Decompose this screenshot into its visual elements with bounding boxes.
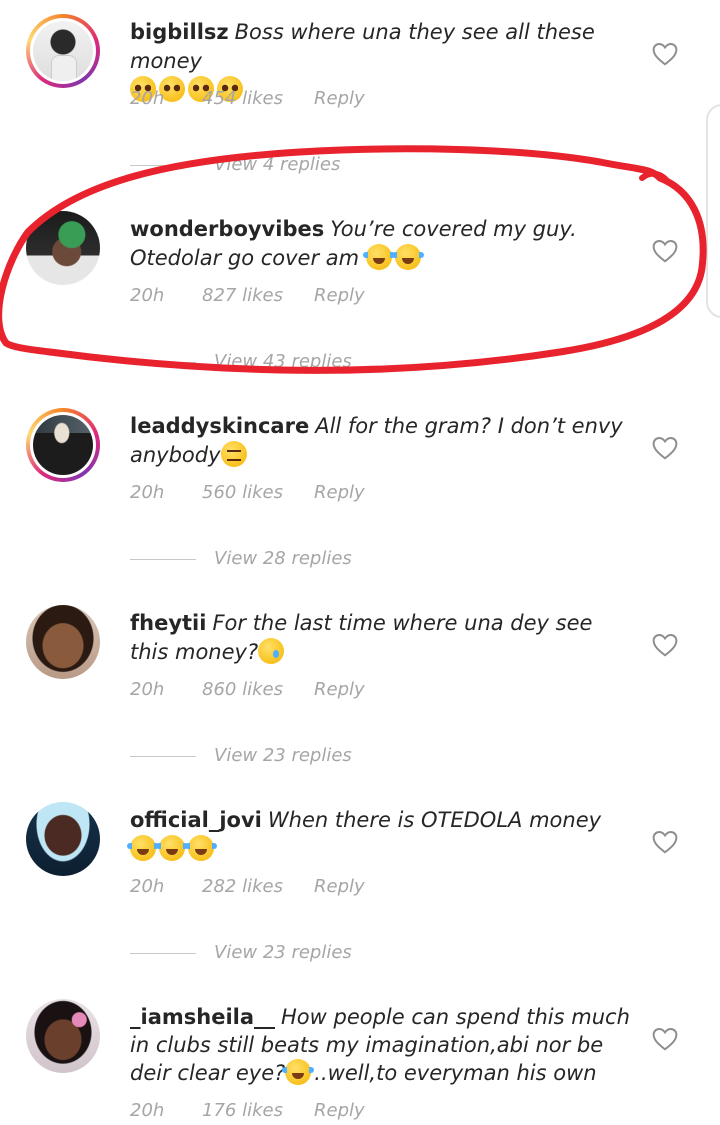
comment-text: _iamsheila__ How people can spend this mu… <box>130 1003 630 1087</box>
tears-of-joy-emoji <box>391 244 424 270</box>
comment-meta: 20h 827 likes Reply <box>130 285 365 306</box>
comment-likes[interactable]: 176 likes <box>202 1100 314 1121</box>
avatar[interactable] <box>26 211 100 285</box>
tears-of-joy-emoji <box>127 835 159 861</box>
view-replies-line <box>130 756 196 757</box>
comment-meta: 20h 282 likes Reply <box>130 876 365 897</box>
reply-button[interactable]: Reply <box>314 482 365 503</box>
comment-time: 20h <box>130 876 165 897</box>
comment-body: When there is OTEDOLA money <box>267 808 602 832</box>
tears-of-joy-emoji <box>185 835 217 861</box>
comment-likes[interactable]: 860 likes <box>202 679 314 700</box>
comment-likes[interactable]: 454 likes <box>202 88 314 109</box>
view-replies-line <box>130 362 196 363</box>
heart-outline-icon[interactable] <box>652 633 678 657</box>
comment-text: official_jovi When there is OTEDOLA money <box>127 806 630 864</box>
comment-time: 20h <box>130 482 165 503</box>
reply-button[interactable]: Reply <box>314 1100 365 1121</box>
comment-username[interactable]: fheytii <box>130 611 206 635</box>
tears-of-joy-emoji <box>282 1059 315 1085</box>
comment-time: 20h <box>130 88 165 109</box>
comment-text: leaddyskincare All for the gram? I don’t … <box>130 412 630 470</box>
heart-outline-icon[interactable] <box>652 239 678 263</box>
avatar[interactable] <box>26 605 100 679</box>
tears-of-joy-emoji <box>156 835 188 861</box>
comment-item: _iamsheila__ How people can spend this mu… <box>0 985 720 1125</box>
comment-username[interactable]: _iamsheila__ <box>130 1005 275 1029</box>
comment-body-continued: ..well,to everyman his own <box>314 1061 597 1085</box>
avatar[interactable] <box>26 999 100 1073</box>
comment-username[interactable]: official_jovi <box>130 808 262 832</box>
comment-likes[interactable]: 560 likes <box>202 482 314 503</box>
comment-username[interactable]: bigbillsz <box>130 20 229 44</box>
view-replies-line <box>130 165 196 166</box>
comment-meta: 20h 560 likes Reply <box>130 482 365 503</box>
comment-text: wonderboyvibes You’re covered my guy. Ote… <box>130 215 630 273</box>
comment-meta: 20h 860 likes Reply <box>130 679 365 700</box>
view-replies-label[interactable]: View 23 replies <box>214 745 352 766</box>
reply-button[interactable]: Reply <box>314 679 365 700</box>
crying-face-emoji <box>258 638 285 664</box>
heart-outline-icon[interactable] <box>652 42 678 66</box>
comment-time: 20h <box>130 1100 165 1121</box>
comment-item: official_jovi When there is OTEDOLA money… <box>0 788 720 985</box>
avatar[interactable] <box>26 14 100 88</box>
comment-item: bigbillsz Boss where una they see all the… <box>0 0 720 197</box>
comment-time: 20h <box>130 285 165 306</box>
unamused-face-emoji <box>220 441 247 467</box>
view-replies-label[interactable]: View 43 replies <box>214 351 352 372</box>
tears-of-joy-emoji <box>362 244 395 270</box>
comment-meta: 20h 176 likes Reply <box>130 1100 365 1121</box>
comment-time: 20h <box>130 679 165 700</box>
view-replies-line <box>130 559 196 560</box>
avatar[interactable] <box>26 802 100 876</box>
comment-username[interactable]: wonderboyvibes <box>130 217 324 241</box>
avatar[interactable] <box>26 408 100 482</box>
comment-likes[interactable]: 282 likes <box>202 876 314 897</box>
view-replies-line <box>130 953 196 954</box>
heart-outline-icon[interactable] <box>652 830 678 854</box>
comment-item: fheytii For the last time where una dey s… <box>0 591 720 788</box>
comment-text: fheytii For the last time where una dey s… <box>130 609 630 667</box>
heart-outline-icon[interactable] <box>652 436 678 460</box>
view-replies-label[interactable]: View 23 replies <box>214 942 352 963</box>
comment-likes[interactable]: 827 likes <box>202 285 314 306</box>
side-panel-edge <box>706 104 720 318</box>
reply-button[interactable]: Reply <box>314 285 365 306</box>
comment-item: wonderboyvibes You’re covered my guy. Ote… <box>0 197 720 394</box>
reply-button[interactable]: Reply <box>314 88 365 109</box>
comment-item: leaddyskincare All for the gram? I don’t … <box>0 394 720 591</box>
reply-button[interactable]: Reply <box>314 876 365 897</box>
view-replies-label[interactable]: View 28 replies <box>214 548 352 569</box>
heart-outline-icon[interactable] <box>652 1027 678 1051</box>
comment-username[interactable]: leaddyskincare <box>130 414 309 438</box>
comment-meta: 20h 454 likes Reply <box>130 88 365 109</box>
view-replies-label[interactable]: View 4 replies <box>214 154 340 175</box>
